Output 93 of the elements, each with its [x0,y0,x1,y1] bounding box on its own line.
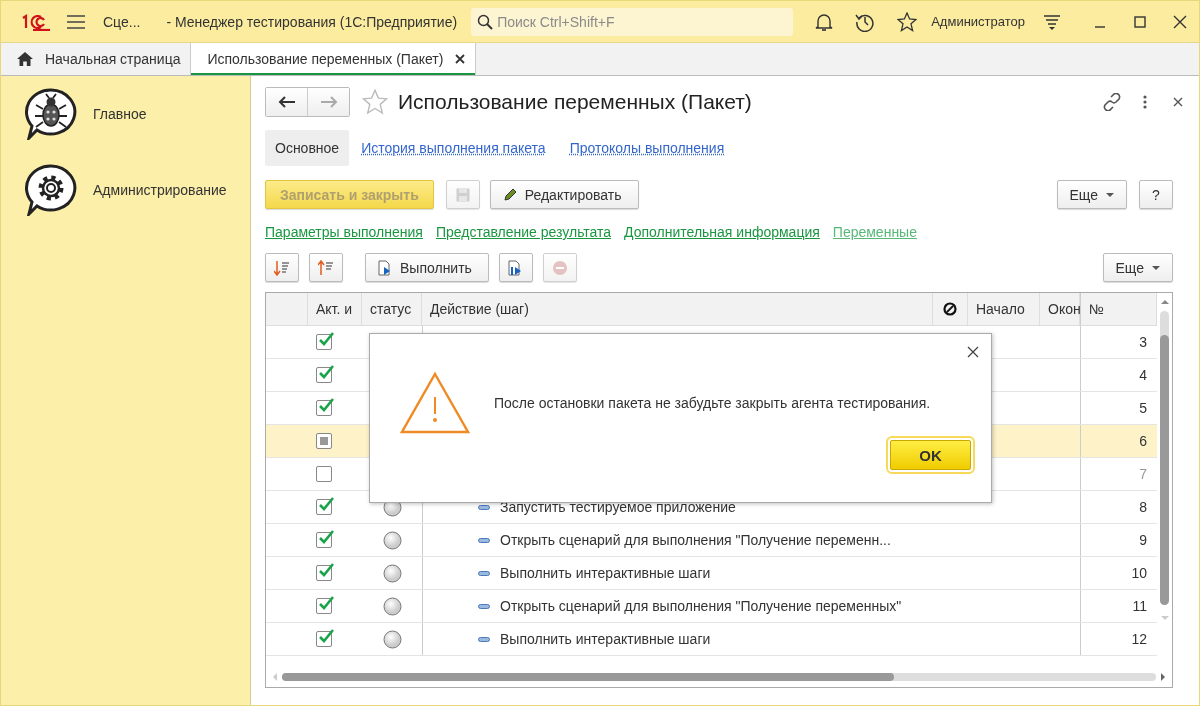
scrollbar-track[interactable] [282,673,1156,681]
run-button[interactable]: Выполнить [365,253,489,282]
back-button[interactable] [266,88,308,116]
step-icon [478,504,490,510]
column-header: Начало [976,301,1025,317]
link[interactable]: Представление результата [435,224,612,240]
gear-icon [25,164,77,216]
table-cell: Открыть сценарий для выполнения "Получение переменных" [500,598,902,614]
scrollbar-thumb[interactable] [282,673,894,681]
column-header: Окон [1048,301,1081,317]
row-number: 11 [1132,598,1147,614]
bell-icon[interactable] [815,11,834,32]
sort-descending-icon [274,259,290,276]
link-icon[interactable] [1103,93,1121,111]
tab[interactable]: Использование переменных (Пакет) [191,43,477,75]
search-field[interactable]: Поиск Ctrl+Shift+F [471,7,794,36]
step-icon [478,603,490,609]
back-arrow-icon [277,96,296,108]
bug-icon [25,88,77,140]
stop-icon [552,259,568,276]
close-icon[interactable] [455,54,466,64]
checkbox[interactable] [316,598,332,614]
checkbox[interactable] [316,499,332,515]
row-number: 12 [1131,631,1147,647]
checkbox[interactable] [316,334,332,350]
column-header: статус [370,301,412,317]
sort-descending-button[interactable] [265,253,299,282]
sort-ascending-button[interactable] [309,253,343,282]
table-cell: Открыть сценарий для выполнения "Получение переменн... [500,532,891,548]
warning-icon [400,372,470,434]
maximize-icon[interactable] [1133,14,1147,29]
status-circle-icon [382,629,402,649]
row-number: 10 [1131,565,1147,581]
step-icon [478,537,490,543]
status-circle-icon [382,596,402,616]
status-circle-icon [382,530,402,550]
user-name[interactable]: Администратор [931,14,1025,29]
more-menu-button[interactable]: Еще [1102,253,1173,282]
sidebar-item[interactable]: Администрирование [93,182,227,198]
checkbox[interactable] [316,400,332,416]
checkbox[interactable] [316,565,332,581]
checkbox[interactable] [316,433,332,449]
favorite-star-icon[interactable] [362,89,388,115]
app-title: Сце... [103,13,141,30]
column-header: № [1089,301,1105,317]
run-document-icon [378,259,392,276]
scroll-up-arrow-icon[interactable] [1160,299,1169,305]
checkbox[interactable] [316,532,332,548]
column-header: Акт. и [316,301,353,317]
run-step-button[interactable] [499,253,533,282]
sort-ascending-icon [318,259,334,276]
help-button[interactable]: ? [1139,180,1173,209]
table-cell: Выполнить интерактивные шаги [500,631,711,647]
row-number: 5 [1139,400,1147,416]
more-menu-button[interactable]: Еще [1056,180,1127,209]
forward-arrow-icon [319,96,338,108]
more-icon[interactable] [1143,95,1147,109]
close-icon[interactable] [1173,97,1183,107]
settings-menu-icon[interactable] [1043,12,1061,31]
logo-icon[interactable] [21,12,51,31]
form-tab[interactable]: Протоколы выполнения [559,130,735,166]
table-cell: Запустить тестируемое приложение [500,499,736,515]
sidebar-item[interactable]: Главное [93,106,147,122]
status-circle-icon [382,563,402,583]
home-icon [17,52,33,66]
step-icon [478,570,490,576]
form-tab[interactable]: История выполнения пакета [351,130,556,166]
scroll-right-arrow-icon[interactable] [1160,673,1166,681]
menu-icon[interactable] [67,14,85,29]
step-icon [478,636,490,642]
window-title: - Менеджер тестирования (1С:Предприятие) [166,13,458,30]
close-icon[interactable] [1173,14,1187,29]
row-number: 6 [1139,433,1147,449]
link[interactable]: Параметры выполнения [265,224,423,240]
form-title: Использование переменных (Пакет) [398,90,752,114]
checkbox[interactable] [316,631,332,647]
link[interactable]: Дополнительная информация [624,224,820,240]
table-cell: Выполнить интерактивные шаги [500,565,711,581]
row-number: 3 [1139,334,1147,350]
star-icon[interactable] [897,11,918,32]
cancel-icon [943,302,957,316]
search-icon [477,13,494,30]
row-number: 8 [1139,499,1147,515]
row-number: 7 [1139,466,1147,482]
row-number: 9 [1139,532,1147,548]
column-header: Действие (шаг) [430,301,529,317]
edit-button[interactable]: Редактировать [489,180,639,209]
pencil-icon [502,187,517,202]
dialog-message: После остановки пакета не забудьте закрыть агента тестирования. [494,395,931,411]
checkbox[interactable] [316,367,332,383]
form-tab[interactable]: Основное [265,130,350,166]
close-icon[interactable] [967,346,979,358]
row-number: 4 [1139,367,1147,383]
